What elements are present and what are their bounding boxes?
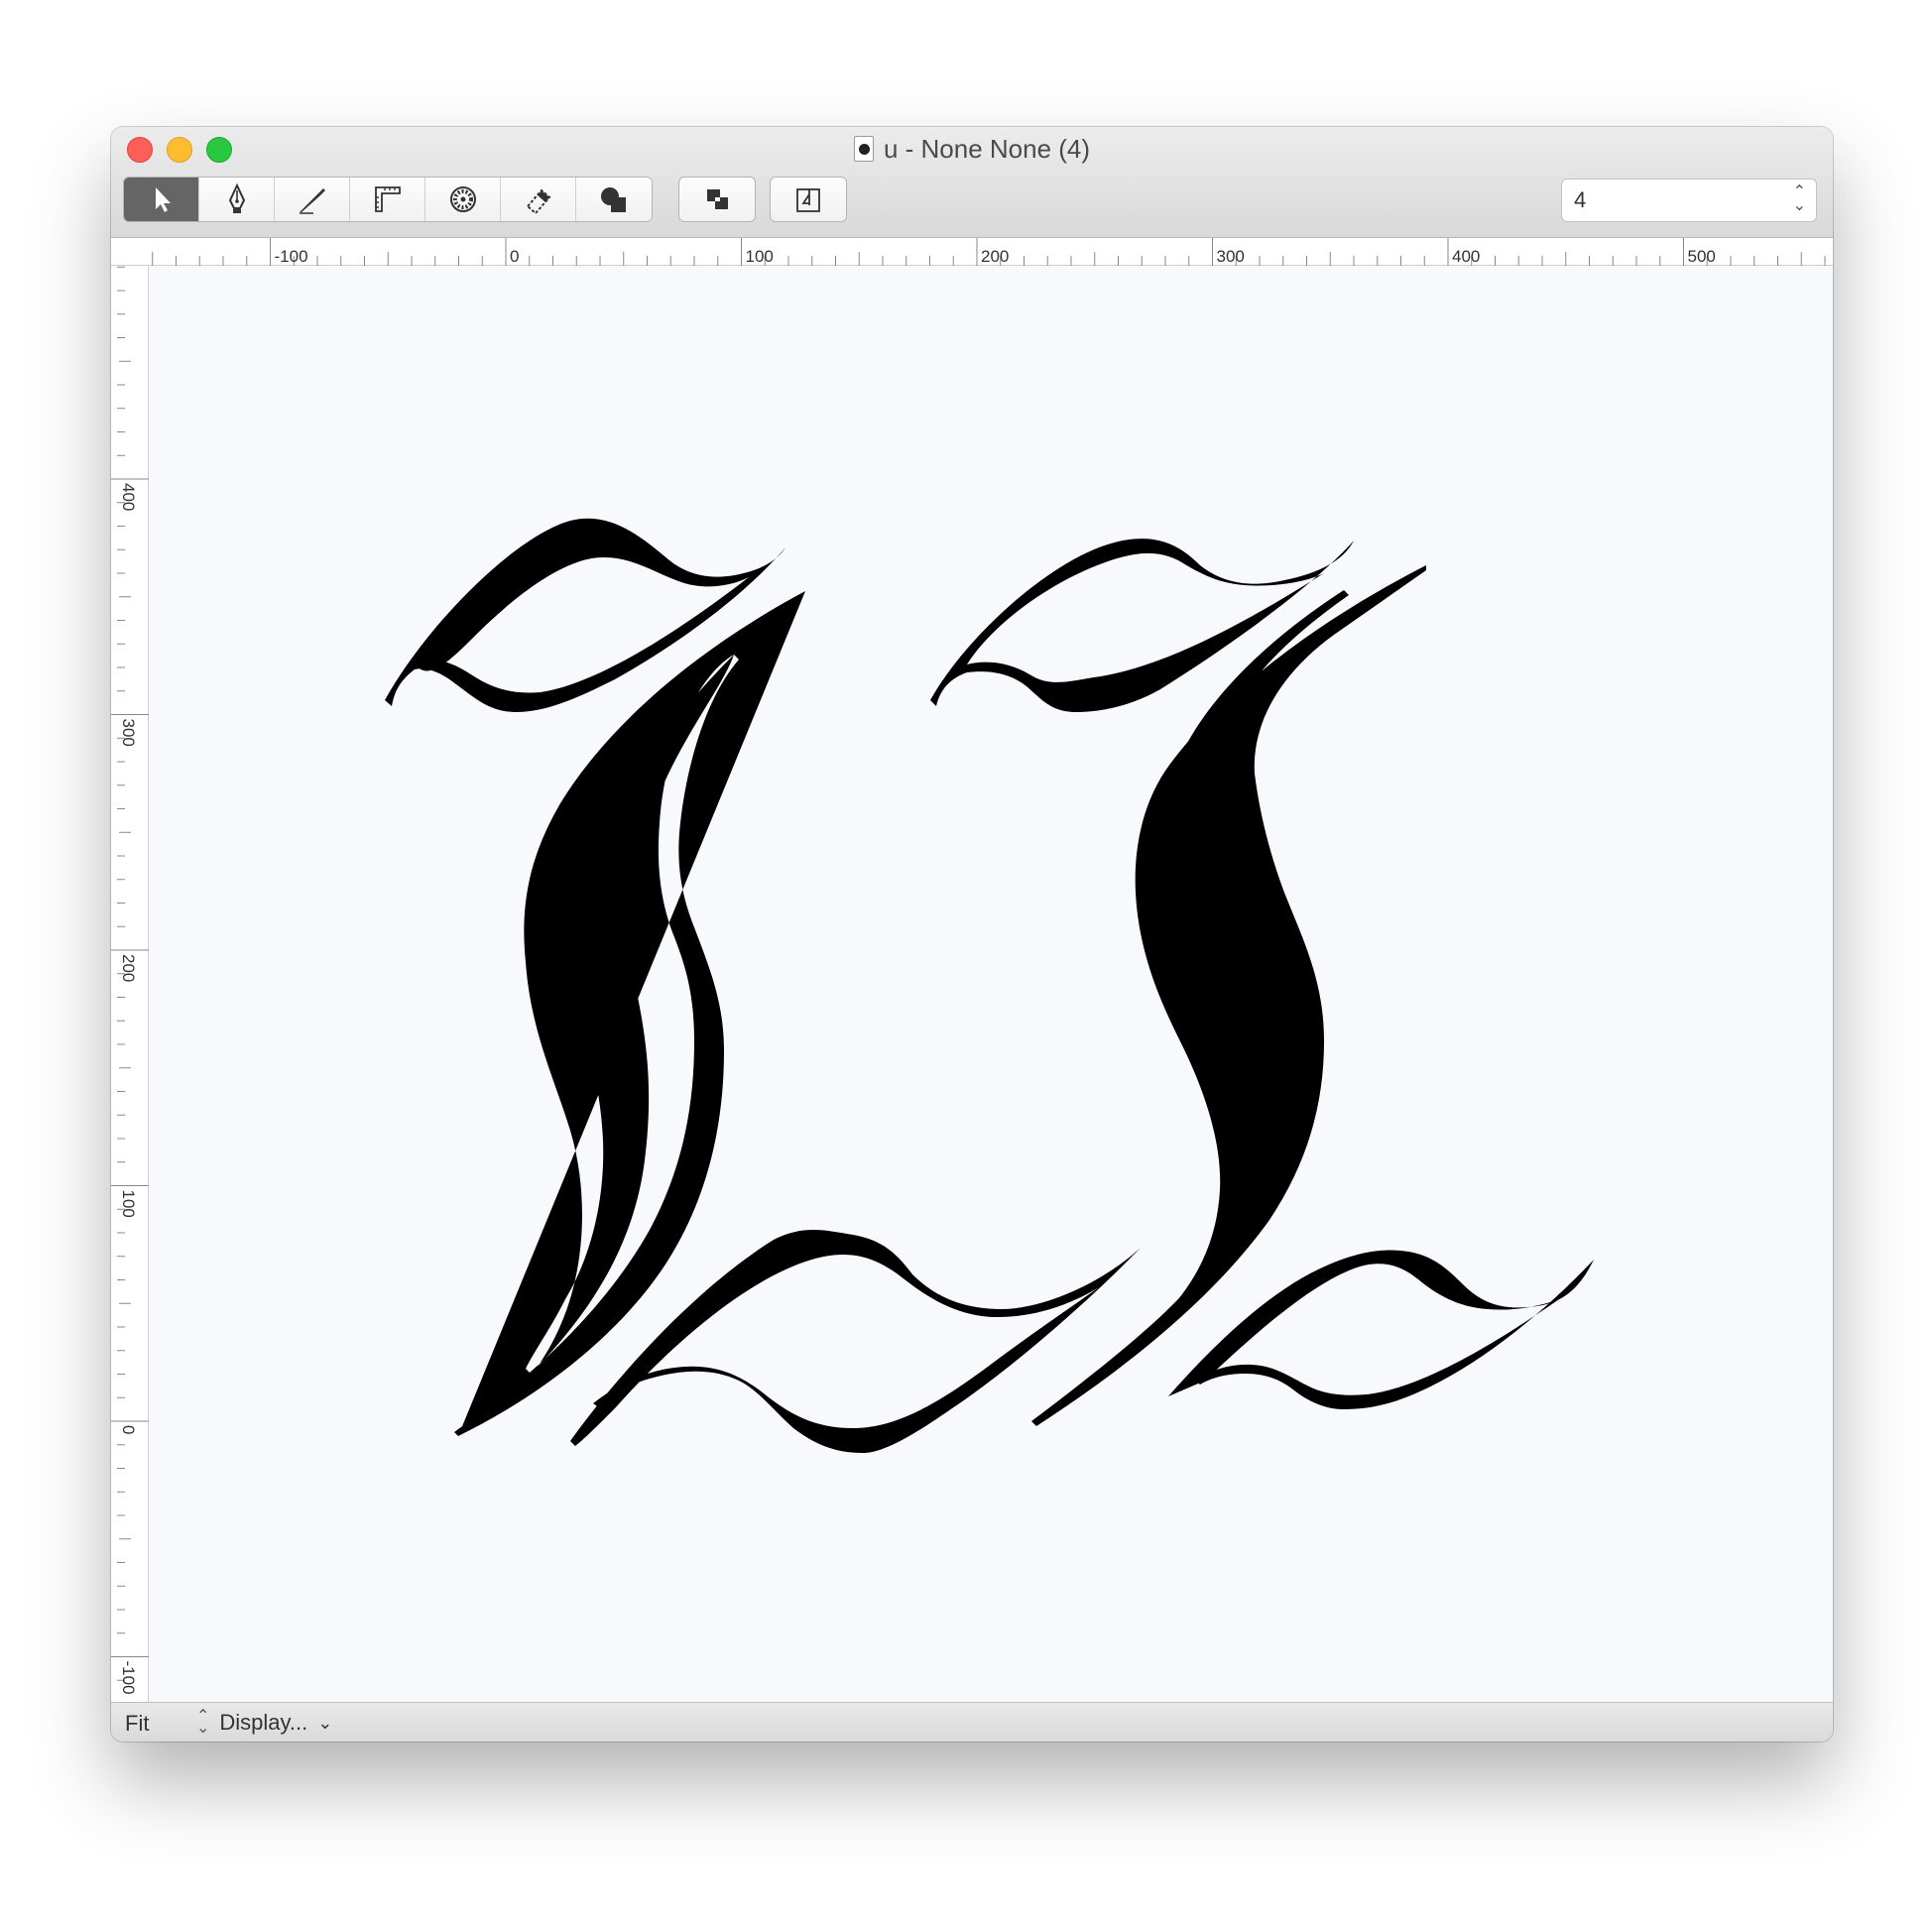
document-icon [853,136,874,162]
arrow-pointer-icon [155,187,171,212]
ruler-label: 100 [746,247,774,266]
glyph-stroke-top-right-swash [930,539,1354,712]
glyph-editor-window: u - None None (4) 4 ⌃ ⌄ -100 0 100 200 3… [111,127,1833,1742]
shapes-tool-button[interactable] [576,178,652,221]
ruler-label: 0 [510,247,519,266]
horizontal-ruler: -100 0 100 200 300 400 500 [111,238,1833,266]
export-glyph-button[interactable] [771,178,846,221]
window-title-group: u - None None (4) [111,133,1833,165]
horizontal-ruler-ticks: -100 0 100 200 300 400 500 [152,238,1826,266]
knife-icon [299,188,325,214]
remove-overlap-button[interactable] [679,178,755,221]
page-selector[interactable]: 4 ⌃ ⌄ [1561,179,1817,222]
glyph-outline [385,518,1594,1453]
knife-tool-button[interactable] [275,178,350,221]
glyph-stroke-bottom-right-swash [1168,1250,1594,1409]
ruler-label: -100 [119,1661,138,1695]
eraser-icon [526,188,550,215]
overlap-group [678,177,756,222]
pen-tool-button[interactable] [199,178,275,221]
glyph-canvas[interactable] [150,267,1833,1702]
vertical-ruler: 400 300 200 100 0 -100 [111,266,149,1702]
display-menu[interactable]: ⌃ ⌄ Display... ⌄ [196,1708,333,1737]
overlap-squares-icon [707,189,728,209]
window-title: u - None None (4) [883,133,1091,164]
ruler-label: 500 [1688,247,1716,266]
ruler-label: 400 [119,483,138,511]
display-menu-label: Display... [219,1710,308,1735]
ruler-label: 200 [981,247,1009,266]
export-group [770,177,847,222]
tunni-tool-button[interactable] [425,178,501,221]
shapes-icon [601,187,626,212]
ruler-label: 200 [119,954,138,982]
measure-tool-button[interactable] [350,178,425,221]
tool-group [123,177,653,222]
glyph-stroke-left-stem [454,591,805,1436]
stepper-icon: ⌃ ⌄ [1792,183,1806,214]
ruler-corner-icon [374,186,401,212]
vertical-ruler-ticks: 400 300 200 100 0 -100 [111,266,149,1695]
eraser-tool-button[interactable] [501,178,576,221]
updown-chevron-icon: ⌃ ⌄ [196,1708,210,1737]
ruler-label: 0 [119,1425,138,1434]
glyph-export-icon [796,188,820,212]
statusbar: Fit ⌃ ⌄ Display... ⌄ [111,1702,1833,1742]
titlebar: u - None None (4) 4 ⌃ ⌄ [111,127,1833,238]
select-tool-button[interactable] [124,178,199,221]
ruler-label: -100 [275,247,308,266]
chevron-down-icon: ⌄ [317,1712,333,1733]
zoom-fit-label[interactable]: Fit [125,1711,149,1737]
ruler-label: 300 [1217,247,1245,266]
fountain-pen-icon [228,182,245,213]
ruler-label: 400 [1452,247,1480,266]
dotted-circle-icon [449,186,476,212]
page-selector-value: 4 [1574,187,1587,212]
ruler-label: 300 [119,719,138,747]
ruler-label: 100 [119,1190,138,1218]
